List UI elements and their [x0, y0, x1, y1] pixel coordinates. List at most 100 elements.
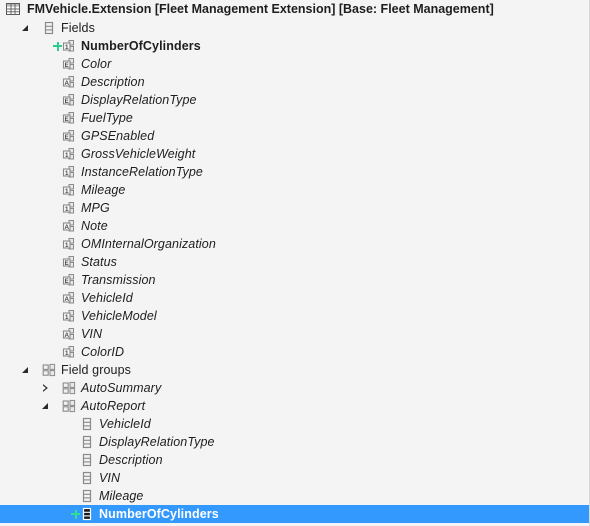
tree-node-row[interactable]: DisplayRelationType: [0, 433, 589, 451]
tree-node-label: Status: [81, 255, 118, 269]
tree-node-label: VehicleModel: [81, 309, 157, 323]
tree-node-row[interactable]: 1 NumberOfCylinders: [0, 37, 589, 55]
tree-node-row[interactable]: A Note: [0, 217, 589, 235]
field-int-icon: 1: [62, 343, 76, 361]
tree-node-row[interactable]: NumberOfCylinders: [0, 505, 589, 523]
field-enum-icon: E: [62, 91, 76, 109]
table-title-row[interactable]: FMVehicle.Extension [Fleet Management Ex…: [0, 0, 589, 19]
svg-text:E: E: [65, 260, 69, 267]
svg-text:1: 1: [65, 350, 69, 357]
tree-node-row[interactable]: E GPSEnabled: [0, 127, 589, 145]
expander-collapse-icon[interactable]: [20, 19, 33, 37]
svg-text:E: E: [65, 62, 69, 69]
tree-node-row[interactable]: AutoReport: [0, 397, 589, 415]
tree-node-row[interactable]: E DisplayRelationType: [0, 91, 589, 109]
field-string-icon: A: [62, 325, 76, 343]
svg-text:1: 1: [65, 188, 69, 195]
expander-collapse-icon[interactable]: [40, 397, 53, 415]
tree-node-row[interactable]: Field groups: [0, 361, 589, 379]
plus-spacer: [53, 235, 62, 253]
group-member-icon: [80, 433, 94, 451]
tree-node-label: MPG: [81, 201, 110, 215]
tree-node-label: Mileage: [81, 183, 126, 197]
tree-node-label: NumberOfCylinders: [81, 39, 201, 53]
field-groups-node-icon: [42, 361, 56, 379]
tree-node-label: VIN: [81, 327, 103, 341]
plus-spacer: [53, 253, 62, 271]
tree-node-row[interactable]: AutoSummary: [0, 379, 589, 397]
field-string-icon: A: [62, 73, 76, 91]
tree-node-label: NumberOfCylinders: [99, 507, 219, 521]
added-plus-icon: [53, 37, 62, 55]
tree-node-label: ColorID: [81, 345, 125, 359]
tree-node-row[interactable]: E Status: [0, 253, 589, 271]
tree-node-row[interactable]: A Description: [0, 73, 589, 91]
plus-spacer: [53, 199, 62, 217]
tree-node-row[interactable]: 1 ColorID: [0, 343, 589, 361]
tree-node-row[interactable]: A VIN: [0, 325, 589, 343]
plus-spacer: [53, 217, 62, 235]
field-enum-icon: E: [62, 55, 76, 73]
plus-spacer: [53, 271, 62, 289]
tree-node-row[interactable]: 1 OMInternalOrganization: [0, 235, 589, 253]
tree-node-label: GrossVehicleWeight: [81, 147, 196, 161]
tree-node-row[interactable]: Fields: [0, 19, 589, 37]
plus-spacer: [53, 379, 62, 397]
svg-text:A: A: [64, 80, 69, 87]
tree-node-row[interactable]: E Color: [0, 55, 589, 73]
tree-node-label: Color: [81, 57, 112, 71]
tree-node-label: VehicleId: [81, 291, 133, 305]
svg-text:E: E: [65, 278, 69, 285]
aot-tree-view[interactable]: FMVehicle.Extension [Fleet Management Ex…: [0, 0, 590, 526]
tree-node-row[interactable]: A VehicleId: [0, 289, 589, 307]
tree-node-label: VIN: [99, 471, 121, 485]
tree-node-row[interactable]: 1 InstanceRelationType: [0, 163, 589, 181]
field-int-icon: 1: [62, 145, 76, 163]
tree-node-row[interactable]: E Transmission: [0, 271, 589, 289]
tree-node-row[interactable]: 1 VehicleModel: [0, 307, 589, 325]
tree-node-row[interactable]: E FuelType: [0, 109, 589, 127]
tree-node-row[interactable]: Description: [0, 451, 589, 469]
svg-text:1: 1: [65, 170, 69, 177]
group-member-icon: [80, 451, 94, 469]
tree-node-label: InstanceRelationType: [81, 165, 203, 179]
tree-node-row[interactable]: VehicleId: [0, 415, 589, 433]
plus-spacer: [53, 181, 62, 199]
plus-spacer: [53, 127, 62, 145]
group-member-icon: [80, 505, 94, 523]
tree-node-label: Description: [99, 453, 163, 467]
expander-collapse-icon[interactable]: [20, 361, 33, 379]
plus-spacer: [53, 343, 62, 361]
tree-node-label: Field groups: [61, 363, 131, 377]
tree-node-row[interactable]: 1 GrossVehicleWeight: [0, 145, 589, 163]
tree-node-list[interactable]: Fields 1 NumberOfCylinders E Color A Descripti…: [0, 19, 589, 523]
group-member-icon: [80, 469, 94, 487]
plus-spacer: [53, 91, 62, 109]
expander-expand-icon[interactable]: [40, 379, 53, 397]
tree-node-row[interactable]: 1 Mileage: [0, 181, 589, 199]
field-int-icon: 1: [62, 37, 76, 55]
field-string-icon: A: [62, 289, 76, 307]
tree-node-row[interactable]: 1 MPG: [0, 199, 589, 217]
tree-node-row[interactable]: Mileage: [0, 487, 589, 505]
tree-node-row[interactable]: VIN: [0, 469, 589, 487]
field-int-icon: 1: [62, 163, 76, 181]
plus-spacer: [53, 73, 62, 91]
svg-text:E: E: [65, 98, 69, 105]
tree-node-label: Fields: [61, 21, 95, 35]
svg-text:1: 1: [65, 206, 69, 213]
